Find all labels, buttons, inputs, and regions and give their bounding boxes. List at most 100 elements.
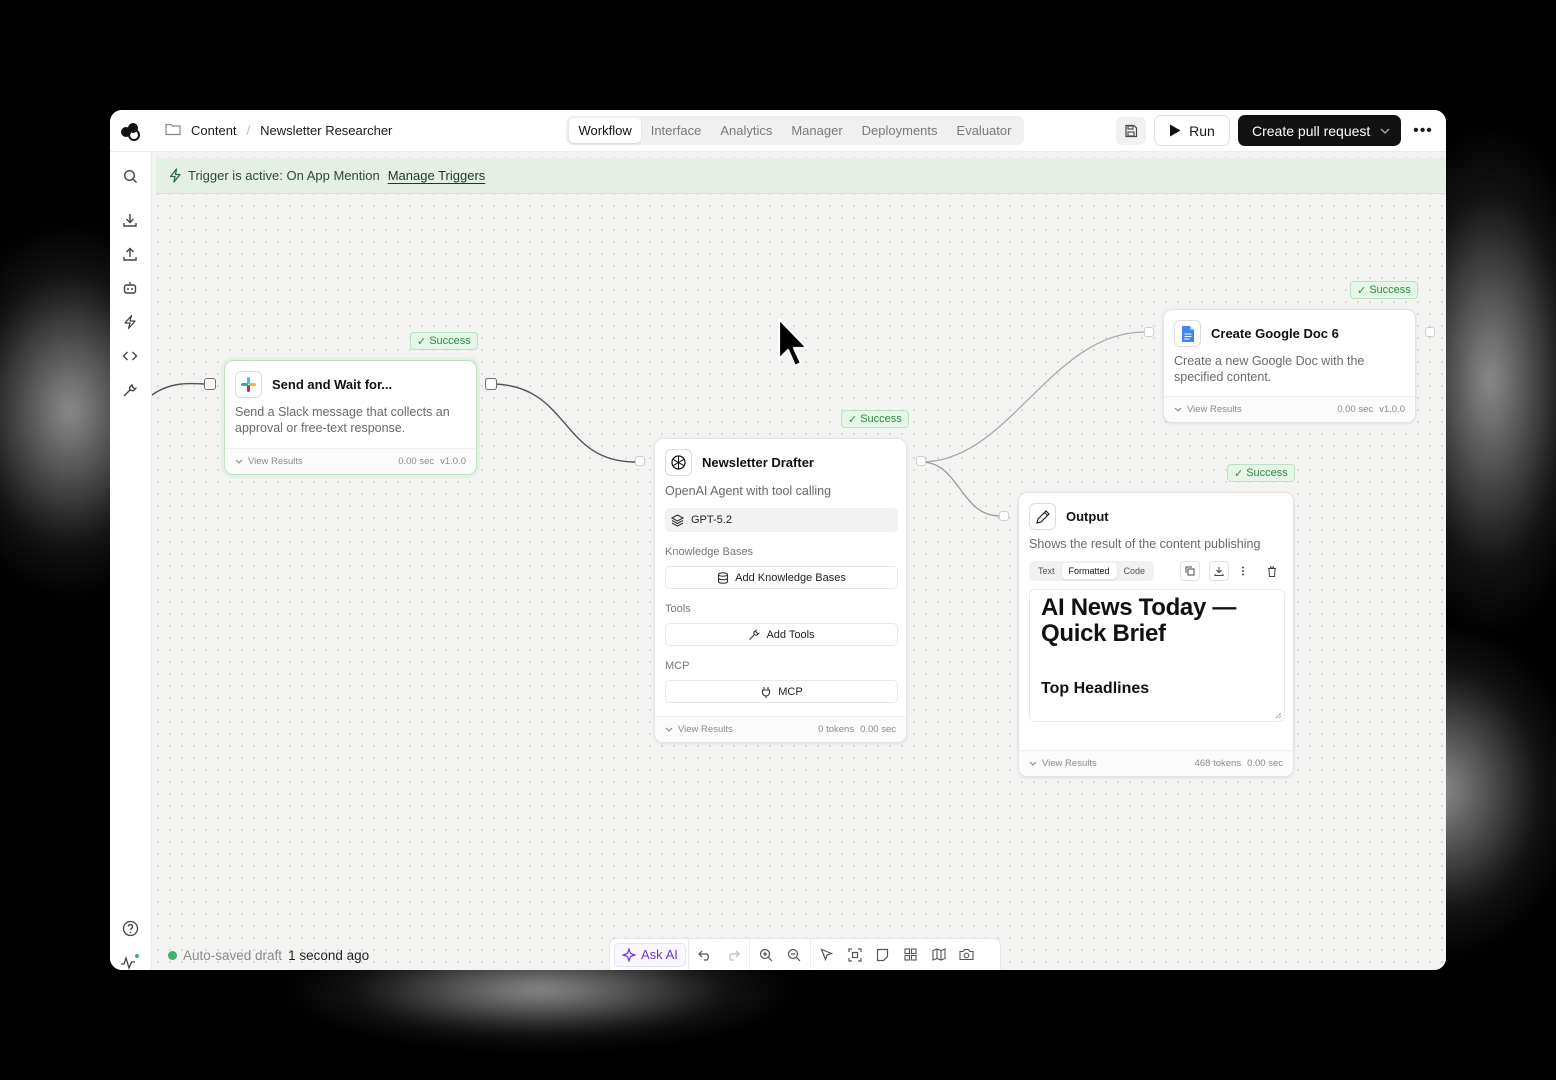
node-description: Send a Slack message that collects an ap… <box>235 405 450 435</box>
badge-label: Success <box>429 335 471 347</box>
activity-icon[interactable] <box>120 952 140 970</box>
chevron-down-icon <box>235 459 243 464</box>
input-port[interactable] <box>635 456 645 466</box>
layers-icon <box>671 513 684 527</box>
kebab-menu-icon[interactable] <box>1233 561 1253 581</box>
download-icon[interactable] <box>1209 561 1229 581</box>
mcp-button[interactable]: MCP <box>665 680 898 703</box>
breadcrumb: Content / Newsletter Researcher <box>165 122 392 139</box>
status-badge: ✓ Success <box>1350 281 1418 299</box>
run-button[interactable]: Run <box>1154 115 1230 146</box>
input-port[interactable] <box>1144 327 1154 337</box>
trigger-status: Trigger is active: On App Mention <box>188 168 380 183</box>
tab-text[interactable]: Text <box>1031 563 1062 579</box>
node-newsletter-drafter[interactable]: Newsletter Drafter OpenAI Agent with too… <box>654 438 907 743</box>
node-create-google-doc[interactable]: Create Google Doc 6 Create a new Google … <box>1163 309 1416 423</box>
tab-interface[interactable]: Interface <box>641 118 711 143</box>
tab-code[interactable]: Code <box>1117 563 1153 579</box>
output-port[interactable] <box>485 378 497 390</box>
input-port[interactable] <box>999 511 1009 521</box>
tab-manager[interactable]: Manager <box>782 118 852 143</box>
output-port[interactable] <box>1425 327 1435 337</box>
wrench-icon[interactable] <box>120 380 140 400</box>
manage-triggers-link[interactable]: Manage Triggers <box>388 168 486 183</box>
zoom-in-icon[interactable] <box>752 943 780 967</box>
bot-icon[interactable] <box>120 278 140 298</box>
run-time: 0.00 sec <box>1337 404 1374 415</box>
fit-view-icon[interactable] <box>841 943 869 967</box>
autosave-status: Auto-saved draft 1 second ago <box>168 948 369 963</box>
help-icon[interactable] <box>120 918 140 938</box>
search-icon[interactable] <box>120 166 140 186</box>
view-results-toggle[interactable]: View Results <box>235 456 303 467</box>
input-port[interactable] <box>204 378 216 390</box>
lightning-icon <box>169 168 181 183</box>
add-knowledge-bases-button[interactable]: Add Knowledge Bases <box>665 566 898 589</box>
token-count: 468 tokens <box>1194 758 1242 769</box>
app-logo-icon[interactable] <box>119 120 141 142</box>
import-icon[interactable] <box>120 210 140 230</box>
chevron-down-icon <box>1029 761 1037 766</box>
trash-icon[interactable] <box>1262 561 1282 581</box>
view-results-toggle[interactable]: View Results <box>1029 758 1097 769</box>
run-time: 0.00 sec <box>1247 758 1283 769</box>
output-port[interactable] <box>916 456 926 466</box>
top-bar: Content / Newsletter Researcher Workflow… <box>110 110 1446 152</box>
output-format-tabs: Text Formatted Code <box>1029 561 1155 581</box>
tab-workflow[interactable]: Workflow <box>569 118 642 143</box>
undo-icon[interactable] <box>691 943 719 967</box>
node-output[interactable]: Output Shows the result of the content p… <box>1018 492 1294 777</box>
folder-icon[interactable] <box>165 122 181 139</box>
left-sidebar <box>110 152 152 970</box>
tab-deployments[interactable]: Deployments <box>852 118 947 143</box>
node-send-and-wait[interactable]: Send and Wait for... Send a Slack messag… <box>224 360 477 475</box>
grid-icon[interactable] <box>897 943 925 967</box>
autosave-label: Auto-saved draft <box>183 948 283 963</box>
divider <box>748 938 750 970</box>
add-tools-button[interactable]: Add Tools <box>665 623 898 646</box>
tab-analytics[interactable]: Analytics <box>711 118 782 143</box>
canvas-toolbar: Ask AI <box>609 938 1001 970</box>
save-button[interactable] <box>1116 117 1146 145</box>
knowledge-bases-label: Knowledge Bases <box>665 546 754 558</box>
node-description: Create a new Google Doc with the specifi… <box>1174 354 1365 384</box>
mouse-cursor-icon <box>776 317 810 374</box>
more-options-icon[interactable]: ••• <box>1410 118 1436 144</box>
copy-icon[interactable] <box>1180 561 1200 581</box>
pointer-icon[interactable] <box>813 943 841 967</box>
model-name: GPT-5.2 <box>691 514 732 526</box>
view-results-toggle[interactable]: View Results <box>1174 404 1242 415</box>
divider <box>687 938 689 970</box>
resize-handle-icon[interactable] <box>1275 712 1282 719</box>
tab-evaluator[interactable]: Evaluator <box>947 118 1021 143</box>
create-pull-request-button[interactable]: Create pull request <box>1238 115 1401 146</box>
pencil-icon <box>1029 503 1056 530</box>
export-icon[interactable] <box>120 244 140 264</box>
slack-icon <box>235 371 262 398</box>
ask-ai-button[interactable]: Ask AI <box>614 942 686 967</box>
breadcrumb-workflow[interactable]: Newsletter Researcher <box>260 123 392 138</box>
badge-label: Success <box>1369 284 1411 296</box>
tab-formatted[interactable]: Formatted <box>1061 563 1117 579</box>
code-icon[interactable] <box>120 346 140 366</box>
mcp-button-label: MCP <box>778 685 803 698</box>
model-selector[interactable]: GPT-5.2 <box>665 508 898 532</box>
lightning-icon[interactable] <box>120 312 140 332</box>
plug-icon <box>762 686 771 698</box>
breadcrumb-folder[interactable]: Content <box>191 123 237 138</box>
map-icon[interactable] <box>925 943 953 967</box>
zoom-out-icon[interactable] <box>780 943 808 967</box>
database-icon <box>718 571 729 584</box>
run-label: Run <box>1189 122 1215 139</box>
note-icon[interactable] <box>869 943 897 967</box>
node-footer: View Results 0.00 sec v1.0.0 <box>1164 396 1415 422</box>
sparkle-icon <box>622 947 636 962</box>
redo-icon[interactable] <box>719 943 747 967</box>
camera-icon[interactable] <box>953 943 981 967</box>
save-icon <box>1125 124 1138 138</box>
badge-label: Success <box>860 413 902 425</box>
version: v1.0.0 <box>1379 404 1405 415</box>
status-badge: ✓ Success <box>1227 464 1295 482</box>
formatted-output[interactable]: AI News Today — Quick Brief Top Headline… <box>1029 589 1285 722</box>
view-results-toggle[interactable]: View Results <box>665 724 733 735</box>
